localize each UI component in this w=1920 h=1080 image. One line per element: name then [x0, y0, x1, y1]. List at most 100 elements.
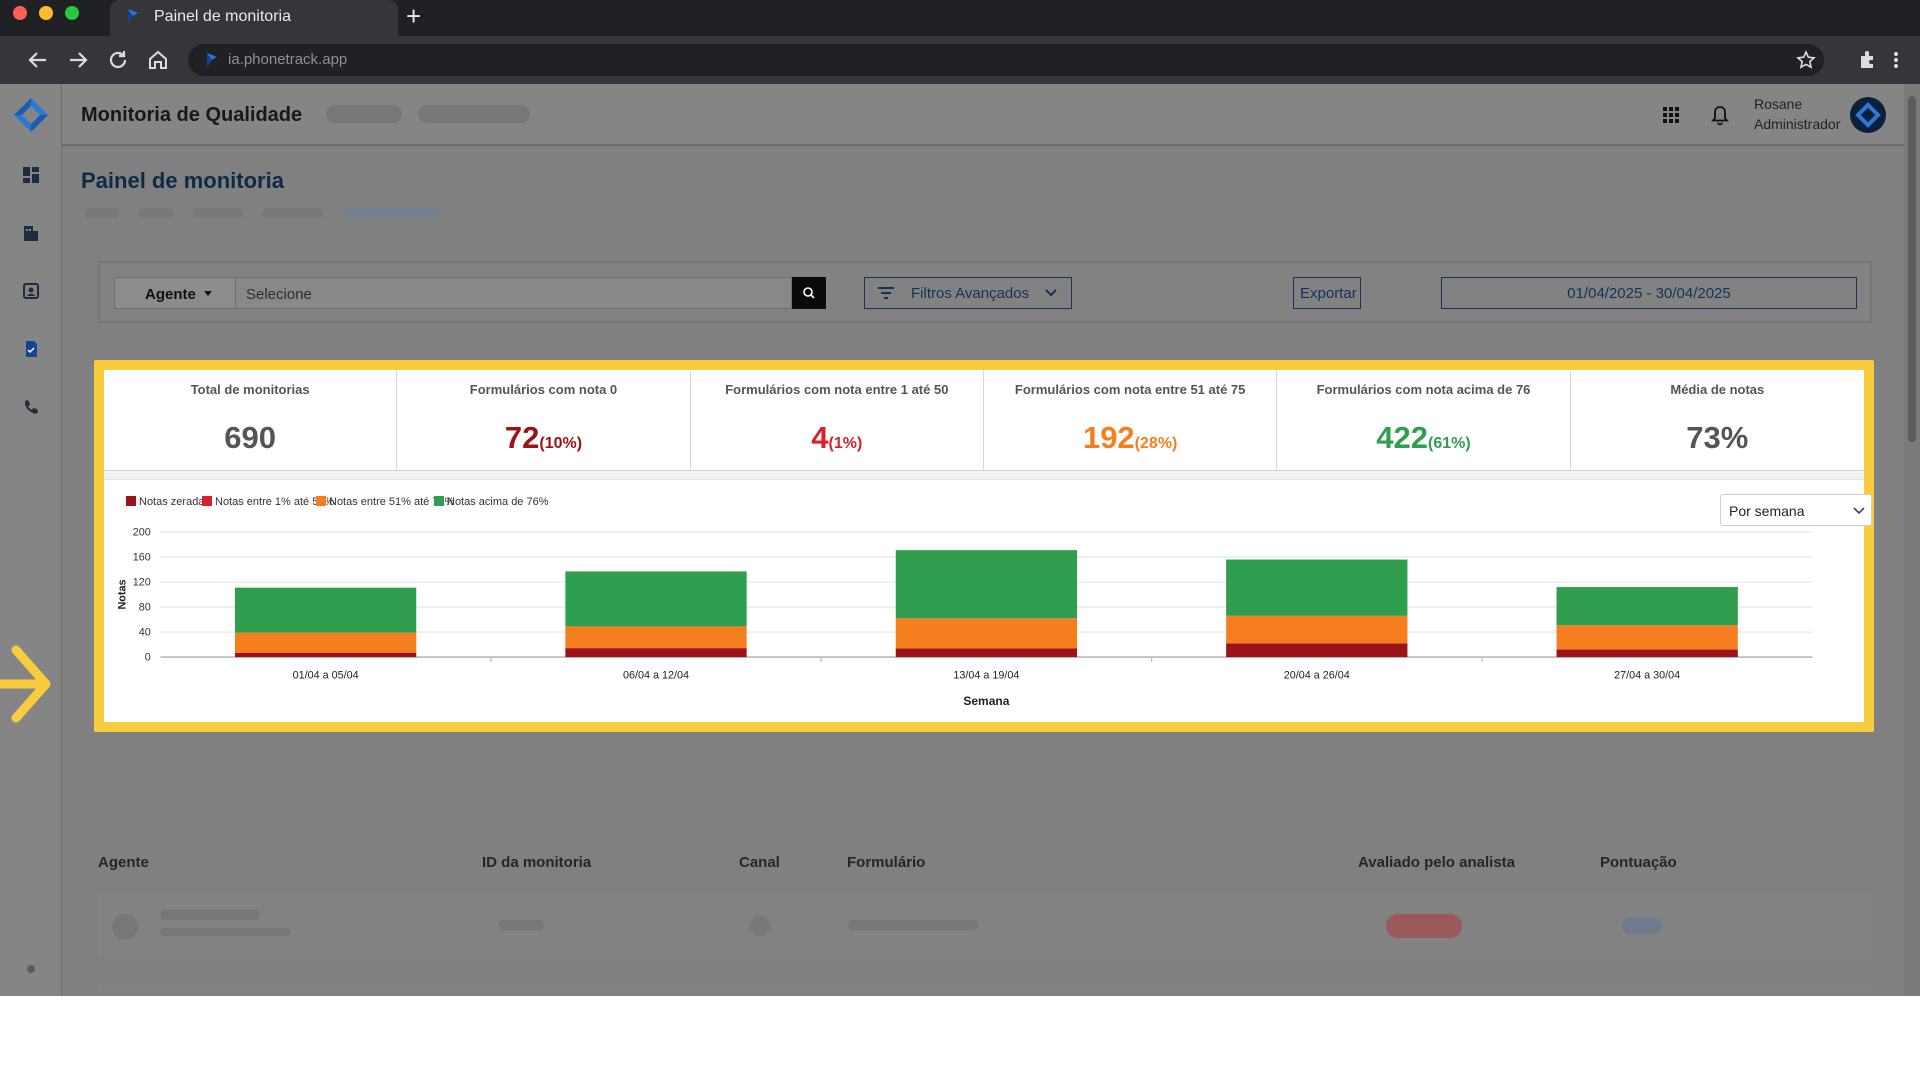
browser-menu-icon[interactable] [1890, 48, 1902, 72]
blurred-menu-item[interactable] [418, 105, 530, 123]
stat-card: Formulários com nota entre 1 até 50 4(1%) [691, 370, 984, 470]
table-row[interactable] [98, 892, 1872, 958]
blurred-breadcrumb [192, 208, 244, 218]
bar-segment [565, 626, 747, 648]
stat-value-group: 422(61%) [1277, 420, 1569, 456]
export-button[interactable]: Exportar [1293, 277, 1361, 309]
column-header-score[interactable]: Pontuação [1600, 854, 1677, 871]
stat-percentage: (28%) [1134, 435, 1178, 452]
bar-segment [895, 550, 1078, 619]
stat-label: Total de monitorias [190, 382, 310, 397]
column-header-monitoring-id[interactable]: ID da monitoria [482, 854, 591, 871]
stat-value-group: 192(28%) [984, 420, 1276, 456]
weekly-scores-chart: 0 40 80 120 160 200 Notas 01/04 a 05/04 06/04 a … [117, 527, 1813, 708]
stat-value: 72 [504, 420, 540, 455]
page-scrollbar[interactable] [1904, 84, 1920, 996]
stat-label: Formulários com nota entre 51 até 75 [1014, 382, 1246, 397]
bar-segment [895, 648, 1078, 658]
legend-item[interactable]: Notas acima de 76% [434, 496, 549, 508]
browser-tab-bar: Painel de monitoria + [0, 0, 1920, 36]
stat-card: Formulários com nota 0 72(10%) [397, 370, 691, 470]
blurred-agent-detail [160, 928, 290, 936]
browser-tab[interactable]: Painel de monitoria [110, 0, 398, 36]
stat-value-group: 690 [104, 420, 396, 456]
scrollbar-thumb[interactable] [1908, 96, 1916, 442]
legend-label: Notas zeradas [139, 496, 210, 508]
filter-lines-icon [878, 287, 894, 299]
advanced-filters-button[interactable]: Filtros Avançados [864, 277, 1072, 309]
search-button[interactable] [792, 277, 826, 309]
url-text: ia.phonetrack.app [228, 51, 348, 68]
period-select-value: Por semana [1729, 503, 1805, 519]
settings-gear-icon[interactable] [22, 960, 40, 978]
user-avatar[interactable] [1850, 97, 1886, 133]
legend-item[interactable]: Notas zeradas [126, 496, 210, 508]
blurred-breadcrumb [262, 208, 324, 218]
stat-card: Formulários com nota acima de 76 422(61%) [1277, 370, 1571, 470]
legend-swatch [126, 496, 136, 506]
contact-card-icon[interactable] [22, 282, 40, 300]
blurred-breadcrumb [138, 208, 174, 218]
legend-item[interactable]: Notas entre 1% até 50% [202, 496, 334, 508]
dashboard-highlight: Total de monitorias 690 Formulários com no… [94, 360, 1874, 732]
stat-label: Formulários com nota entre 1 até 50 [725, 382, 949, 397]
new-tab-button[interactable]: + [406, 3, 421, 29]
column-header-evaluated-by-analyst[interactable]: Avaliado pelo analista [1358, 854, 1515, 871]
stat-label: Média de notas [1670, 382, 1765, 397]
bar-segment [565, 571, 747, 627]
browser-toolbar: ia.phonetrack.app [0, 36, 1920, 84]
user-name: Rosane [1754, 96, 1803, 112]
home-icon[interactable] [146, 48, 170, 72]
column-header-form[interactable]: Formulário [847, 854, 925, 871]
date-range-picker[interactable]: 01/04/2025 - 30/04/2025 [1441, 277, 1857, 309]
stat-card: Formulários com nota entre 51 até 75 192(… [984, 370, 1278, 470]
caret-down-icon [204, 291, 213, 296]
stat-percentage: (61%) [1428, 435, 1471, 452]
stat-label: Formulários com nota 0 [469, 382, 618, 397]
bar-segment [565, 648, 747, 658]
agent-search-input[interactable]: Selecione [236, 277, 792, 309]
stat-value: 192 [1082, 420, 1135, 455]
reload-icon[interactable] [106, 48, 130, 72]
x-tick-label: 13/04 a 19/04 [953, 670, 1019, 682]
tab-title: Painel de monitoria [154, 8, 291, 25]
blurred-breadcrumb [344, 208, 440, 218]
y-tick-label: 40 [139, 627, 151, 639]
bar-segment [565, 647, 747, 649]
monitoring-form-icon[interactable] [22, 340, 40, 358]
back-arrow-icon[interactable] [26, 48, 50, 72]
close-window-button[interactable] [13, 6, 27, 20]
bar-segment [1226, 559, 1408, 616]
site-favicon-icon [207, 53, 217, 67]
phonetrack-logo-icon[interactable] [10, 94, 52, 136]
phone-icon[interactable] [22, 398, 40, 416]
dashboard-icon[interactable] [22, 166, 40, 184]
blurred-analyst-badge [1386, 914, 1462, 938]
minimize-window-button[interactable] [39, 6, 53, 20]
column-header-agent[interactable]: Agente [98, 854, 149, 871]
sidebar [0, 84, 62, 996]
bar-segment [234, 652, 417, 658]
stat-value-group: 73% [1571, 420, 1864, 456]
legend-label: Notas acima de 76% [447, 496, 549, 508]
blurred-menu-item[interactable] [326, 105, 402, 123]
stat-percentage: (10%) [539, 435, 583, 452]
y-axis-label: Notas [117, 580, 129, 610]
agent-dropdown[interactable]: Agente [114, 277, 236, 309]
bookmark-star-icon[interactable] [1796, 50, 1816, 70]
table-row[interactable] [98, 984, 1872, 996]
column-header-channel[interactable]: Canal [739, 854, 780, 871]
phonetrack-favicon-icon [128, 9, 138, 23]
address-bar[interactable]: ia.phonetrack.app [188, 44, 1824, 76]
x-axis-label: Semana [963, 694, 1009, 708]
forward-arrow-icon[interactable] [66, 48, 90, 72]
notification-bell-icon[interactable] [1710, 104, 1730, 126]
apps-grid-icon[interactable] [1662, 106, 1680, 124]
bar-segment [1556, 649, 1738, 658]
extensions-puzzle-icon[interactable] [1856, 48, 1880, 72]
building-icon[interactable] [22, 224, 40, 242]
stat-value-group: 72(10%) [397, 420, 689, 456]
legend-swatch [316, 496, 326, 506]
maximize-window-button[interactable] [65, 6, 79, 20]
chevron-down-icon [1045, 289, 1057, 297]
